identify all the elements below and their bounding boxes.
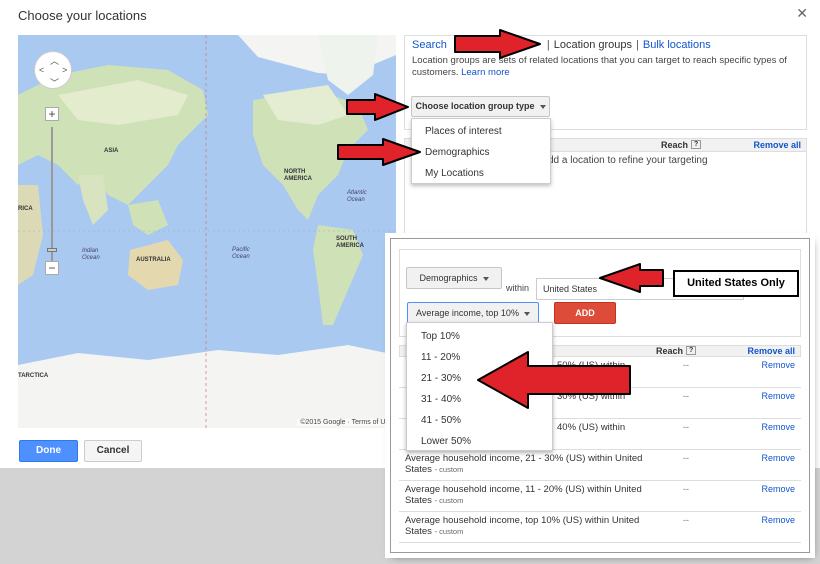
pan-right-icon[interactable]: >	[62, 65, 67, 75]
remove-all-link[interactable]: Remove all	[753, 140, 801, 150]
done-button[interactable]: Done	[19, 440, 78, 462]
tab-search[interactable]: Search	[412, 39, 447, 51]
help-icon[interactable]: ?	[691, 140, 702, 149]
zoom-in-button[interactable]: +	[45, 107, 59, 121]
menu-item-demographics[interactable]: Demographics	[425, 147, 489, 158]
cancel-button[interactable]: Cancel	[84, 440, 142, 462]
remove-all-link[interactable]: Remove all	[747, 346, 795, 356]
reach-header: Reach	[661, 140, 689, 150]
menu-item-31-40[interactable]: 31 - 40%	[421, 394, 461, 405]
menu-item-top-10[interactable]: Top 10%	[421, 331, 460, 342]
table-row: Average household income, 21 - 30% (US) …	[399, 450, 801, 481]
location-group-type-label: Choose location group type	[415, 101, 535, 111]
map-label-antarctica: TARCTICA	[18, 373, 49, 379]
tab-location-groups[interactable]: Location groups	[554, 39, 632, 51]
chevron-down-icon	[539, 104, 546, 109]
close-icon[interactable]: ✕	[796, 5, 808, 22]
location-groups-description: Location groups are sets of related loca…	[412, 55, 797, 79]
map-label-indian-ocean: Indian Ocean	[82, 248, 100, 261]
location-tabs: Search | Location groups | Bulk locations	[412, 39, 711, 51]
menu-item-21-30[interactable]: 21 - 30%	[421, 373, 461, 384]
map-label-atlantic-ocean: Atlantic Ocean	[347, 190, 367, 203]
learn-more-link[interactable]: Learn more	[461, 67, 510, 78]
demographics-dropdown[interactable]: Demographics	[406, 267, 502, 289]
demographics-label: Demographics	[419, 273, 478, 283]
row-text: Average household income, 21 - 30% (US) …	[405, 453, 645, 475]
remove-link[interactable]: Remove	[761, 515, 795, 525]
zoom-slider-thumb[interactable]	[47, 248, 57, 252]
remove-link[interactable]: Remove	[761, 360, 795, 370]
income-label: Average income, top 10%	[416, 308, 519, 318]
dialog-title: Choose your locations	[18, 8, 147, 23]
custom-tag: - custom	[434, 527, 464, 536]
empty-selection-text: dd a location to refine your targeting	[548, 155, 708, 166]
reach-header: Reach	[656, 346, 684, 356]
menu-item-lower-50[interactable]: Lower 50%	[421, 436, 471, 447]
pan-down-icon[interactable]: ﹀	[50, 76, 59, 89]
tab-bulk-locations[interactable]: Bulk locations	[643, 39, 711, 51]
world-map[interactable]: ASIA RICA NORTH AMERICA SOUTH AMERICA AU…	[18, 35, 396, 428]
row-reach: --	[683, 453, 689, 463]
pan-left-icon[interactable]: <	[39, 65, 44, 75]
row-reach: --	[683, 422, 689, 432]
table-row: Average household income, top 10% (US) w…	[399, 512, 801, 543]
map-label-south-america: SOUTH AMERICA	[336, 236, 364, 249]
custom-tag: - custom	[434, 465, 464, 474]
custom-tag: - custom	[434, 496, 464, 505]
map-label-pacific-ocean: Pacific Ocean	[232, 247, 250, 260]
menu-item-my-locations[interactable]: My Locations	[425, 168, 484, 179]
remove-link[interactable]: Remove	[761, 453, 795, 463]
map-attribution: ©2015 Google · Terms of Us	[297, 419, 392, 426]
remove-link[interactable]: Remove	[761, 391, 795, 401]
help-icon[interactable]: ?	[686, 346, 697, 355]
map-label-asia: ASIA	[104, 148, 119, 154]
map-label-africa: RICA	[18, 206, 33, 212]
united-states-only-callout: United States Only	[673, 270, 799, 297]
income-dropdown[interactable]: Average income, top 10%	[407, 302, 539, 324]
remove-link[interactable]: Remove	[761, 484, 795, 494]
income-range-menu: Top 10% 11 - 20% 21 - 30% 31 - 40% 41 - …	[406, 322, 553, 451]
menu-item-11-20[interactable]: 11 - 20%	[421, 352, 460, 363]
menu-item-places-of-interest[interactable]: Places of interest	[425, 126, 502, 137]
row-reach: --	[683, 391, 689, 401]
within-text: within	[506, 283, 530, 293]
zoom-out-button[interactable]: −	[45, 261, 59, 275]
add-button[interactable]: ADD	[554, 302, 616, 324]
tab-separator: |	[636, 39, 639, 51]
remove-link[interactable]: Remove	[761, 422, 795, 432]
pan-up-icon[interactable]: ︿	[50, 54, 59, 67]
tab-separator: |	[546, 39, 550, 51]
zoom-track[interactable]	[51, 127, 53, 263]
row-reach: --	[683, 360, 689, 370]
map-graphic	[18, 35, 396, 428]
map-label-north-america: NORTH AMERICA	[284, 169, 312, 182]
row-reach: --	[683, 484, 689, 494]
location-group-type-menu: Places of interest Demographics My Locat…	[411, 118, 551, 184]
menu-item-41-50[interactable]: 41 - 50%	[421, 415, 461, 426]
row-text: Average household income, top 10% (US) w…	[405, 515, 645, 537]
row-reach: --	[683, 515, 689, 525]
pan-control[interactable]: ︿ ﹀ < >	[34, 51, 72, 89]
row-text: Average household income, 11 - 20% (US) …	[405, 484, 645, 506]
table-row: Average household income, 11 - 20% (US) …	[399, 481, 801, 512]
chevron-down-icon	[482, 276, 489, 281]
map-label-australia: AUSTRALIA	[136, 257, 171, 263]
chevron-down-icon	[523, 311, 530, 316]
location-group-type-dropdown[interactable]: Choose location group type	[411, 96, 550, 117]
